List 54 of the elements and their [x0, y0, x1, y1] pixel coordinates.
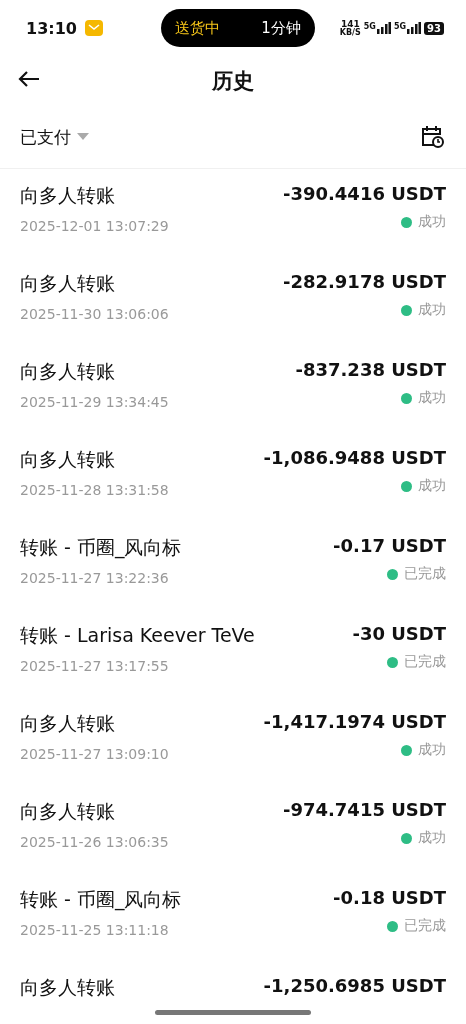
transaction-title: 转账 - Larisa Keever TeVe [20, 623, 255, 648]
network-type: 5G [393, 22, 407, 31]
transaction-status: 成功 [418, 301, 446, 319]
transaction-title: 向多人转账 [20, 799, 116, 824]
transaction-amount: -1,417.1974 USDT [263, 711, 446, 732]
transaction-status: 已完成 [404, 917, 446, 935]
caret-icon [77, 133, 89, 141]
status-filter-dropdown[interactable]: 已支付 [20, 125, 89, 149]
transaction-time: 2025-11-29 13:34:45 [20, 394, 169, 410]
activity-label: 送货中 [174, 18, 220, 38]
transaction-amount: -974.7415 USDT [282, 799, 446, 820]
net-unit: KB/S [339, 28, 361, 37]
activity-duration: 1分钟 [261, 18, 301, 38]
transaction-title: 向多人转账 [20, 447, 116, 472]
calendar-clock-icon[interactable] [420, 125, 444, 149]
transaction-amount: -30 USDT [352, 623, 446, 644]
transaction-amount: -1,086.9488 USDT [263, 447, 446, 468]
net-speed: 141 [340, 19, 360, 29]
transaction-amount: -837.238 USDT [295, 359, 446, 380]
transaction-title: 向多人转账 [20, 271, 116, 296]
transaction-title: 向多人转账 [20, 975, 115, 1000]
transaction-amount: -282.9178 USDT [282, 271, 446, 292]
transaction-title: 转账 - 币圈_风向标 [20, 535, 182, 561]
transaction-status: 成功 [418, 389, 446, 407]
page-title: 历史 [212, 68, 254, 95]
transaction-time: 2025-11-27 13:22:36 [20, 570, 170, 586]
transaction-status: 已完成 [404, 653, 446, 671]
transaction-amount: -390.4416 USDT [282, 183, 446, 204]
transaction-amount: -1,250.6985 USDT [263, 975, 446, 996]
transaction-amount: -0.17 USDT [333, 535, 446, 556]
network-type: 5G [363, 22, 376, 31]
transaction-status: 成功 [418, 829, 446, 847]
mail-icon [84, 20, 103, 36]
activity-pill[interactable]: 送货中 1分钟 [160, 9, 315, 47]
transaction-time: 2025-11-28 13:31:58 [20, 482, 169, 498]
transaction-amount: -0.18 USDT [333, 887, 446, 908]
transaction-title: 向多人转账 [20, 183, 116, 208]
battery-level: 93 [424, 21, 444, 35]
transaction-time: 2025-11-25 13:11:18 [20, 922, 170, 938]
transaction-status: 成功 [418, 477, 446, 495]
transaction-status: 成功 [418, 213, 446, 231]
transaction-time: 2025-12-01 13:07:29 [20, 218, 169, 234]
transaction-title: 转账 - 币圈_风向标 [20, 887, 182, 913]
signal-icon [376, 22, 391, 34]
transaction-time: 2025-11-26 13:06:35 [20, 834, 169, 850]
status-time: 13:10 [26, 18, 77, 38]
transaction-time: 2025-11-30 13:06:06 [20, 306, 169, 322]
transaction-status: 成功 [418, 741, 446, 759]
transaction-time: 2025-11-27 13:09:10 [20, 746, 169, 762]
transaction-time: 2025-11-27 13:17:55 [20, 658, 170, 674]
transaction-status: 已完成 [404, 565, 446, 583]
signal-icon [407, 22, 422, 34]
transaction-title: 向多人转账 [20, 359, 116, 384]
transaction-title: 向多人转账 [20, 711, 116, 736]
